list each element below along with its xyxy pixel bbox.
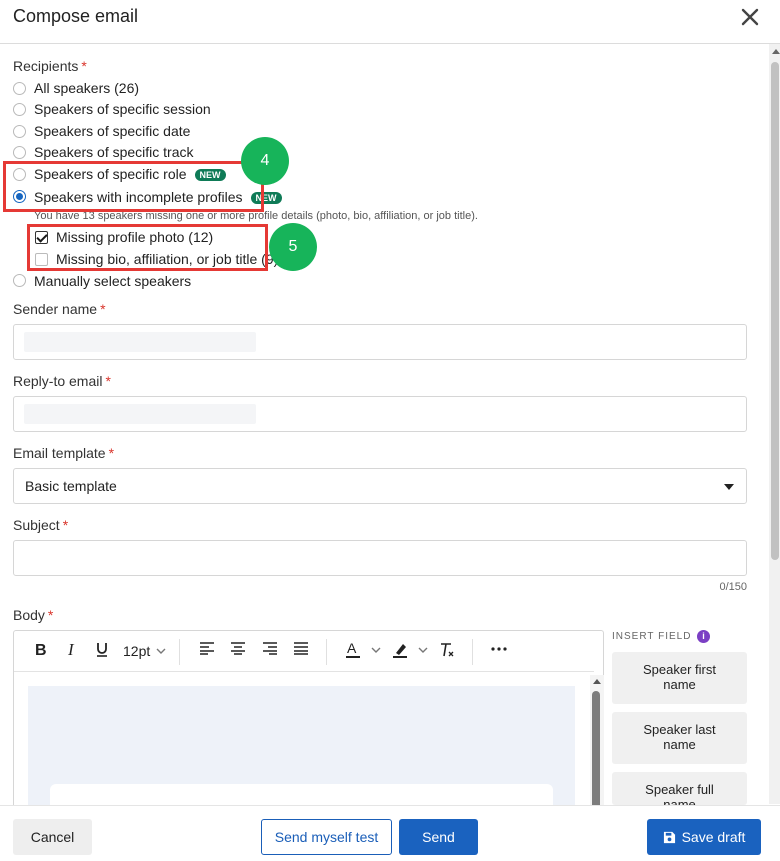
chevron-down-icon	[156, 648, 166, 654]
subject-label: Subject *	[13, 517, 69, 533]
bold-icon: B	[35, 642, 47, 659]
scroll-up-icon[interactable]	[772, 49, 780, 54]
chevron-down-icon	[724, 484, 734, 490]
bold-button[interactable]: B	[32, 641, 50, 663]
align-right-button[interactable]	[261, 641, 279, 663]
toolbar-divider	[326, 639, 327, 665]
cancel-button[interactable]: Cancel	[13, 819, 92, 855]
field-label: Speaker last	[643, 722, 716, 737]
clear-format-icon	[441, 643, 454, 657]
svg-text:A: A	[347, 641, 357, 656]
option-specific-date[interactable]: Speakers of specific date	[34, 123, 190, 139]
italic-button[interactable]: I	[64, 640, 80, 663]
field-label: Speaker first	[643, 662, 716, 677]
send-button[interactable]: Send	[399, 819, 478, 855]
info-icon[interactable]: i	[697, 630, 710, 643]
redacted-value	[24, 332, 256, 352]
field-label: Speaker full	[645, 782, 714, 797]
radio-specific-date[interactable]	[13, 125, 26, 138]
template-value: Basic template	[25, 478, 117, 494]
radio-specific-track[interactable]	[13, 146, 26, 159]
highlight-box-4	[3, 161, 264, 212]
radio-manual-select[interactable]	[13, 274, 26, 287]
redacted-value	[24, 404, 256, 424]
reply-to-label: Reply-to email *	[13, 373, 111, 389]
align-center-button[interactable]	[229, 641, 247, 663]
sender-name-label: Sender name *	[13, 301, 106, 317]
field-label: name	[663, 797, 696, 805]
underline-button[interactable]	[94, 641, 110, 663]
highlight-icon	[393, 644, 428, 658]
field-label: name	[663, 677, 696, 692]
scrollbar-thumb[interactable]	[771, 62, 779, 560]
clear-format-button[interactable]	[438, 641, 456, 663]
option-specific-track[interactable]: Speakers of specific track	[34, 144, 194, 160]
highlight-box-5	[27, 224, 268, 271]
subject-input[interactable]	[13, 540, 747, 576]
save-draft-button[interactable]: Save draft	[647, 819, 761, 855]
option-all-speakers[interactable]: All speakers (26)	[34, 80, 139, 96]
body-label: Body *	[13, 607, 54, 623]
toolbar-divider	[472, 639, 473, 665]
close-icon	[741, 8, 759, 26]
editor-toolbar: B I 12pt A	[14, 631, 594, 672]
email-template-select[interactable]: Basic template	[13, 468, 747, 504]
radio-all-speakers[interactable]	[13, 82, 26, 95]
svg-text:B: B	[35, 642, 47, 657]
insert-speaker-last-name-button[interactable]: Speaker last name	[612, 712, 747, 764]
font-size-value: 12pt	[123, 643, 151, 659]
insert-speaker-full-name-button[interactable]: Speaker full name	[612, 772, 747, 805]
field-label: name	[663, 737, 696, 752]
step-marker-5: 5	[269, 223, 317, 271]
email-template-label: Email template *	[13, 445, 115, 461]
dialog-title: Compose email	[13, 6, 139, 26]
underline-icon	[97, 643, 107, 657]
recipients-label: Recipients *	[13, 58, 87, 74]
sender-name-input[interactable]	[13, 324, 747, 360]
more-icon	[491, 647, 507, 651]
scroll-up-icon[interactable]	[593, 679, 601, 684]
subject-char-counter: 0/150	[719, 581, 747, 593]
save-icon	[663, 831, 675, 844]
close-button[interactable]	[736, 6, 764, 30]
send-myself-test-button[interactable]: Send myself test	[261, 819, 392, 855]
font-size-select[interactable]: 12pt	[118, 639, 168, 663]
editor-scrollbar-thumb[interactable]	[592, 691, 600, 811]
option-manual-select[interactable]: Manually select speakers	[34, 273, 191, 289]
align-center-icon	[231, 642, 245, 655]
align-right-icon	[263, 642, 277, 655]
insert-speaker-first-name-button[interactable]: Speaker first name	[612, 652, 747, 704]
text-color-icon: A	[346, 640, 381, 658]
align-left-icon	[200, 642, 214, 655]
dialog-header: Compose email	[0, 0, 780, 44]
svg-text:I: I	[67, 641, 75, 657]
align-justify-icon	[294, 642, 308, 655]
italic-icon: I	[67, 640, 75, 659]
insert-field-title: INSERT FIELD	[612, 631, 692, 642]
reply-to-input[interactable]	[13, 396, 747, 432]
text-color-button[interactable]: A	[345, 640, 385, 663]
option-specific-session[interactable]: Speakers of specific session	[34, 101, 211, 117]
highlight-button[interactable]	[392, 641, 432, 663]
more-button[interactable]	[490, 641, 508, 663]
step-marker-4: 4	[241, 137, 289, 185]
align-justify-button[interactable]	[292, 641, 310, 663]
toolbar-divider	[179, 639, 180, 665]
align-left-button[interactable]	[198, 641, 216, 663]
radio-specific-session[interactable]	[13, 103, 26, 116]
save-draft-label: Save draft	[681, 829, 746, 845]
